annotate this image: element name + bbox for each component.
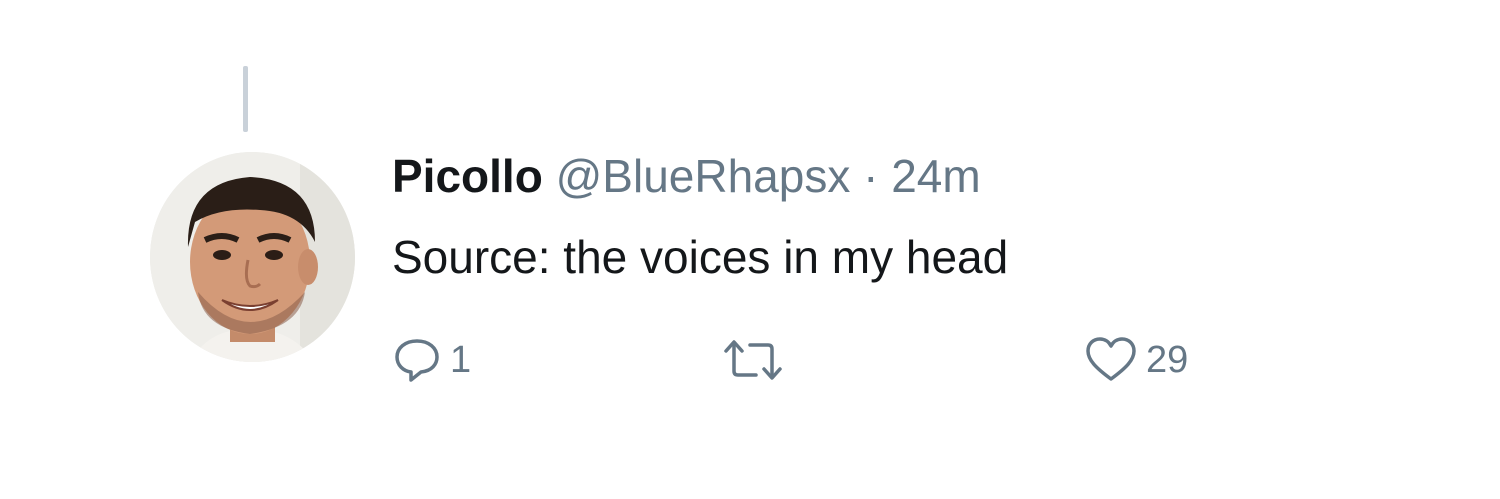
display-name[interactable]: Picollo bbox=[392, 150, 543, 202]
avatar-photo bbox=[150, 152, 355, 362]
user-handle[interactable]: @BlueRhapsx bbox=[556, 150, 851, 202]
like-count: 29 bbox=[1146, 339, 1189, 381]
timestamp[interactable]: 24m bbox=[891, 150, 980, 202]
like-button[interactable]: 29 bbox=[1084, 335, 1188, 385]
retweet-icon bbox=[722, 335, 784, 385]
retweet-button[interactable] bbox=[722, 335, 792, 385]
tweet-actions: 1 29 bbox=[392, 335, 1292, 395]
reply-icon bbox=[392, 335, 442, 385]
heart-icon bbox=[1084, 335, 1138, 385]
reply-count: 1 bbox=[450, 339, 472, 381]
tweet-container: Picollo @BlueRhapsx · 24m Source: the vo… bbox=[0, 0, 1500, 499]
thread-connector-line bbox=[243, 66, 248, 132]
tweet-header: Picollo @BlueRhapsx · 24m bbox=[392, 148, 981, 204]
reply-button[interactable]: 1 bbox=[392, 335, 471, 385]
separator-dot: · bbox=[863, 150, 879, 202]
tweet-text: Source: the voices in my head bbox=[392, 231, 1009, 283]
avatar[interactable] bbox=[150, 152, 355, 362]
